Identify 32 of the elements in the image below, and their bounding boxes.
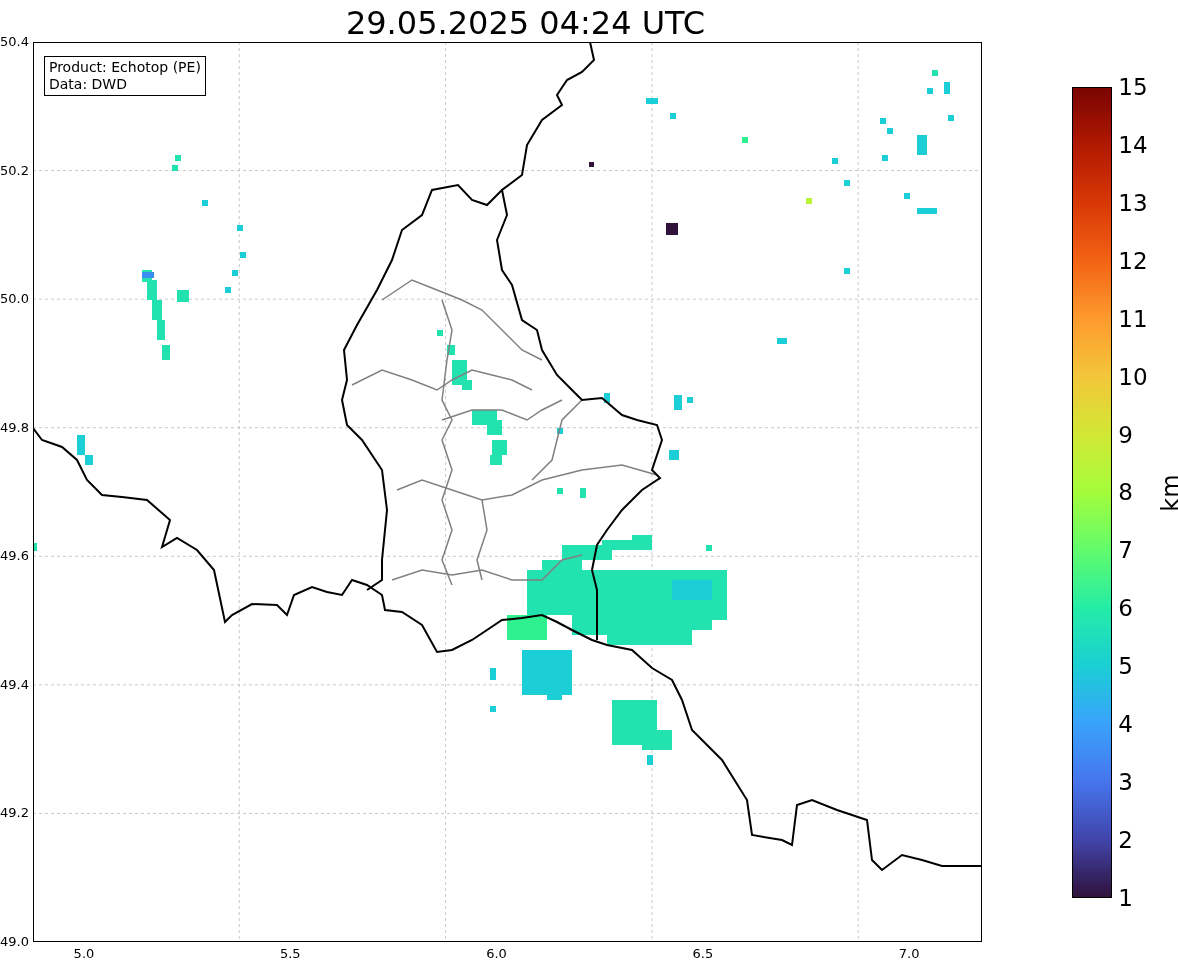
colorbar-tick-label: 4 [1118, 710, 1134, 739]
colorbar-tick-label: 13 [1118, 188, 1148, 217]
latitude-tick-label: 49.8 [0, 419, 29, 436]
longitude-tick-label: 6.0 [485, 946, 508, 961]
colorbar-tick-label: 5 [1118, 652, 1134, 681]
colorbar-tick-label: 3 [1118, 768, 1134, 797]
longitude-tick-label: 5.5 [278, 946, 302, 961]
latitude-tick-label: 50.4 [0, 34, 29, 50]
colorbar-tick-label: 11 [1118, 304, 1148, 333]
latitude-tick-label: 50.2 [0, 162, 29, 179]
longitude-tick-label: 5.0 [72, 946, 96, 961]
legend-text: Data: DWD [48, 76, 128, 93]
chart-title: 29.05.2025 04:24 UTC [344, 3, 707, 42]
latitude-tick-label: 49.0 [0, 933, 29, 950]
colorbar-tick-label: 12 [1118, 246, 1148, 275]
colorbar-label: km [1156, 473, 1178, 512]
longitude-tick-label: 6.5 [691, 946, 715, 961]
colorbar-tick-label: 14 [1118, 130, 1148, 159]
colorbar-tick-label: 7 [1118, 536, 1134, 565]
legend-text: Product: Echotop (PE) [48, 59, 201, 76]
colorbar-tick-label: 1 [1118, 883, 1134, 912]
colorbar-tick-label: 9 [1118, 420, 1134, 449]
latitude-tick-label: 49.2 [0, 805, 29, 822]
latitude-tick-label: 50.0 [0, 291, 29, 308]
latitude-tick-label: 49.6 [0, 548, 29, 565]
latitude-tick-label: 49.4 [0, 676, 29, 693]
colorbar-tick-label: 10 [1118, 362, 1148, 391]
colorbar-tick-label: 2 [1118, 826, 1134, 854]
colorbar-tick-label: 6 [1118, 594, 1134, 623]
colorbar-tick-label: 8 [1118, 478, 1134, 507]
colorbar-tick-label: 15 [1118, 73, 1148, 101]
longitude-tick-label: 7.0 [897, 946, 921, 961]
